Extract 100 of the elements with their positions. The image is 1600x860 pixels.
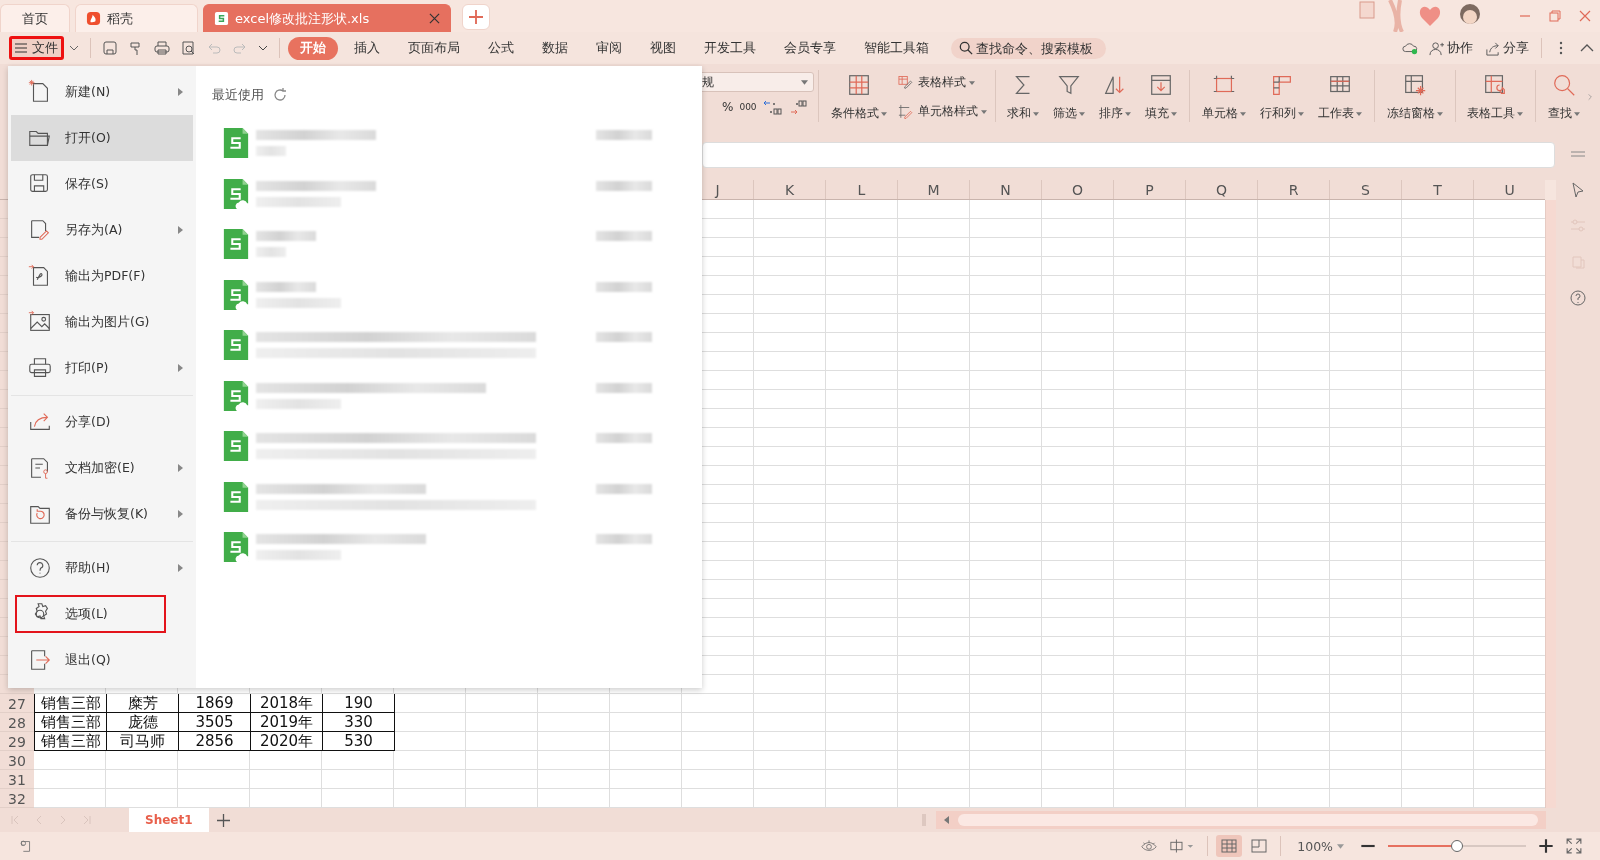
zoom-dropdown[interactable]: 100% <box>1297 838 1344 854</box>
blurred-text <box>596 281 652 292</box>
ribbon-tab[interactable]: 审阅 <box>584 36 634 60</box>
menu-item[interactable]: 退出(Q) <box>11 637 193 683</box>
scroll-left-icon[interactable] <box>944 816 950 824</box>
zoom-in-icon[interactable] <box>1538 838 1554 854</box>
percent-button[interactable]: % <box>722 100 734 114</box>
row-header[interactable]: 28 <box>0 713 34 732</box>
scroll-right-icon[interactable] <box>1588 92 1593 102</box>
menu-item[interactable]: 新建(N) <box>11 69 193 115</box>
decrease-decimal-icon[interactable] <box>788 98 809 116</box>
share-button[interactable]: 分享 <box>1485 39 1529 57</box>
menu-item[interactable]: 分享(D) <box>11 395 193 445</box>
row-header[interactable]: 30 <box>0 751 34 770</box>
horizontal-scrollbar[interactable] <box>936 811 1546 829</box>
menu-item[interactable]: 选项(L) <box>11 591 170 637</box>
ribbon-button[interactable]: 查找 <box>1544 64 1585 130</box>
formula-field[interactable] <box>702 142 1555 168</box>
row-header[interactable]: 29 <box>0 732 34 751</box>
ribbon-tab[interactable]: 智能工具箱 <box>852 36 941 60</box>
menu-item[interactable]: 输出为PDF(F) <box>11 253 193 299</box>
column-header[interactable]: S <box>1330 180 1402 199</box>
ribbon-button[interactable]: 表格工具 <box>1463 64 1528 130</box>
menu-item[interactable]: 打开(O) <box>11 115 193 161</box>
menu-item[interactable]: 保存(S) <box>11 161 193 207</box>
table-cell: 销售三部 <box>34 732 107 751</box>
caret-icon[interactable] <box>258 45 268 51</box>
search-field[interactable]: 查找命令、搜索模板 <box>951 37 1106 59</box>
ribbon-tab[interactable]: 页面布局 <box>396 36 472 60</box>
menu-item[interactable]: 另存为(A) <box>11 207 193 253</box>
table-cell: 2020年 <box>250 732 323 751</box>
column-header[interactable]: Q <box>1186 180 1258 199</box>
ribbon-button[interactable]: 排序 <box>1095 64 1136 130</box>
vertical-scrollbar[interactable] <box>1545 200 1557 808</box>
slider-thumb[interactable] <box>1451 840 1463 852</box>
page-layout-icon <box>1251 839 1268 853</box>
column-header[interactable]: N <box>970 180 1042 199</box>
ribbon-tab[interactable]: 会员专享 <box>772 36 848 60</box>
column-header[interactable]: M <box>898 180 970 199</box>
blurred-text <box>596 231 652 241</box>
help-icon[interactable] <box>1570 290 1586 306</box>
thousands-button[interactable]: 000 <box>739 102 757 112</box>
column-header[interactable]: O <box>1042 180 1114 199</box>
new-tab-button[interactable] <box>462 4 490 30</box>
ribbon-button[interactable]: 筛选 <box>1049 64 1090 130</box>
column-header[interactable]: U <box>1474 180 1546 199</box>
ribbon-tab[interactable]: 视图 <box>638 36 688 60</box>
table-cell: 销售三部 <box>34 713 107 732</box>
zoom-slider[interactable] <box>1388 840 1526 852</box>
column-header[interactable]: K <box>754 180 826 199</box>
row-header[interactable]: 32 <box>0 789 34 808</box>
column-header[interactable]: T <box>1402 180 1474 199</box>
normal-view-button[interactable] <box>1216 835 1243 857</box>
ribbon-tab[interactable]: 插入 <box>342 36 392 60</box>
ribbon-tab[interactable]: 数据 <box>530 36 580 60</box>
ribbon-tab[interactable]: 开发工具 <box>692 36 768 60</box>
printer-icon[interactable] <box>154 40 170 56</box>
cursor-icon[interactable] <box>1570 182 1586 198</box>
ribbon-button[interactable]: 工作表 <box>1314 64 1366 130</box>
ribbon-button[interactable]: 条件格式 <box>826 64 891 130</box>
print-preview-icon[interactable] <box>180 40 196 56</box>
row-header[interactable]: 31 <box>0 770 34 789</box>
add-sheet-icon[interactable] <box>216 813 230 827</box>
close-icon[interactable] <box>1579 10 1591 22</box>
file-menu-button[interactable]: 文件 <box>9 36 64 60</box>
center-icon[interactable] <box>1169 838 1196 854</box>
fullscreen-icon[interactable] <box>1566 838 1582 854</box>
ribbon-button[interactable]: 冻结窗格 <box>1382 64 1447 130</box>
restore-icon[interactable] <box>1549 10 1561 22</box>
ribbon-button[interactable]: 表格样式 <box>896 73 987 92</box>
window-tab[interactable]: 首页 <box>0 4 70 32</box>
menu-item[interactable]: 输出为图片(G) <box>11 299 193 345</box>
caret-icon[interactable] <box>69 45 79 51</box>
ribbon-button[interactable]: 求和 <box>1003 64 1044 130</box>
save-icon[interactable] <box>102 40 118 56</box>
ribbon-button[interactable]: 行和列 <box>1256 64 1308 130</box>
menu-item[interactable]: 备份与恢复(K) <box>11 491 193 537</box>
refresh-icon[interactable] <box>272 87 288 103</box>
column-header[interactable]: L <box>826 180 898 199</box>
cloud-sync-icon[interactable] <box>1402 40 1418 56</box>
row-header[interactable]: 27 <box>0 694 34 713</box>
column-header[interactable]: R <box>1258 180 1330 199</box>
close-icon[interactable] <box>429 13 440 24</box>
ribbon-button[interactable]: 单元格样式 <box>896 102 987 121</box>
blurred-text <box>596 180 652 191</box>
ribbon-tab[interactable]: 公式 <box>476 36 526 60</box>
table-cell: 3505 <box>178 713 251 732</box>
menu-item[interactable]: 文档加密(E) <box>11 445 193 491</box>
window-tab[interactable]: 稻壳 <box>75 4 198 32</box>
increase-decimal-icon[interactable] <box>762 98 783 116</box>
column-header[interactable]: P <box>1114 180 1186 199</box>
collaborate-button[interactable]: 协作 <box>1429 39 1473 57</box>
menu-item[interactable]: 帮助(H) <box>11 541 193 591</box>
table-cell: 2856 <box>178 732 251 751</box>
share-icon <box>1485 40 1500 56</box>
menu-item[interactable]: 打印(P) <box>11 345 193 391</box>
ribbon-button[interactable]: 单元格 <box>1198 64 1250 130</box>
ribbon-button[interactable]: 填充 <box>1141 64 1182 130</box>
blurred-text <box>596 433 652 443</box>
eye-icon[interactable] <box>1141 838 1158 854</box>
